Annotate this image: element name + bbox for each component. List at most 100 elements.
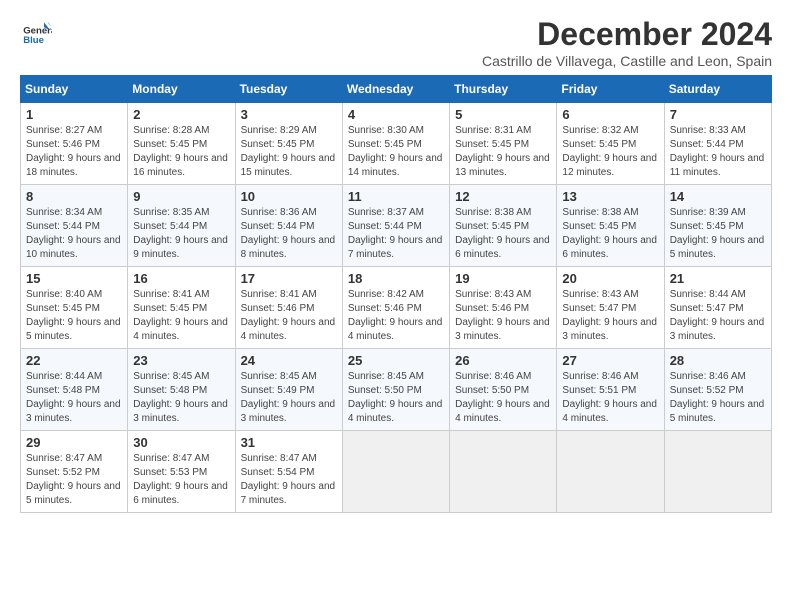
calendar-day-cell: 1 Sunrise: 8:27 AMSunset: 5:46 PMDaylight…: [21, 103, 128, 185]
calendar-day-cell: 30 Sunrise: 8:47 AMSunset: 5:53 PMDayligh…: [128, 431, 235, 513]
svg-text:Blue: Blue: [23, 35, 44, 46]
calendar-day-cell: 8Sunrise: 8:34 AMSunset: 5:44 PMDaylight…: [21, 185, 128, 267]
calendar-day-cell: 18 Sunrise: 8:42 AMSunset: 5:46 PMDayligh…: [342, 267, 449, 349]
calendar-day-cell: 4Sunrise: 8:30 AMSunset: 5:45 PMDaylight…: [342, 103, 449, 185]
day-info: Sunrise: 8:45 AMSunset: 5:49 PMDaylight:…: [241, 370, 337, 426]
day-info: Sunrise: 8:31 AMSunset: 5:45 PMDaylight:…: [455, 124, 551, 180]
day-info: Sunrise: 8:27 AMSunset: 5:46 PMDaylight:…: [26, 124, 122, 180]
calendar-day-cell: 31Sunrise: 8:47 AMSunset: 5:54 PMDayligh…: [235, 431, 342, 513]
day-info: Sunrise: 8:45 AMSunset: 5:48 PMDaylight:…: [133, 370, 229, 426]
day-number: 18: [348, 271, 444, 286]
day-number: 28: [670, 353, 766, 368]
calendar-day-cell: 17 Sunrise: 8:41 AMSunset: 5:46 PMDayligh…: [235, 267, 342, 349]
day-info: Sunrise: 8:36 AMSunset: 5:44 PMDaylight:…: [241, 206, 337, 262]
month-title: December 2024: [482, 16, 772, 53]
day-info: Sunrise: 8:37 AMSunset: 5:44 PMDaylight:…: [348, 206, 444, 262]
day-info: Sunrise: 8:47 AMSunset: 5:52 PMDaylight:…: [26, 452, 122, 508]
day-info: Sunrise: 8:38 AMSunset: 5:45 PMDaylight:…: [562, 206, 658, 262]
day-info: Sunrise: 8:29 AMSunset: 5:45 PMDaylight:…: [241, 124, 337, 180]
calendar-day-cell: 20Sunrise: 8:43 AMSunset: 5:47 PMDayligh…: [557, 267, 664, 349]
day-number: 5: [455, 107, 551, 122]
day-number: 10: [241, 189, 337, 204]
day-number: 7: [670, 107, 766, 122]
day-number: 8: [26, 189, 122, 204]
day-number: 16: [133, 271, 229, 286]
day-info: Sunrise: 8:47 AMSunset: 5:54 PMDaylight:…: [241, 452, 337, 508]
calendar-day-cell: 10 Sunrise: 8:36 AMSunset: 5:44 PMDayligh…: [235, 185, 342, 267]
calendar-day-cell: 27 Sunrise: 8:46 AMSunset: 5:51 PMDayligh…: [557, 349, 664, 431]
day-info: Sunrise: 8:32 AMSunset: 5:45 PMDaylight:…: [562, 124, 658, 180]
location-title: Castrillo de Villavega, Castille and Leo…: [482, 53, 772, 69]
calendar-day-cell: 26Sunrise: 8:46 AMSunset: 5:50 PMDayligh…: [450, 349, 557, 431]
title-block: December 2024 Castrillo de Villavega, Ca…: [482, 16, 772, 69]
calendar-day-cell: [450, 431, 557, 513]
calendar-day-cell: 13Sunrise: 8:38 AMSunset: 5:45 PMDayligh…: [557, 185, 664, 267]
day-info: Sunrise: 8:35 AMSunset: 5:44 PMDaylight:…: [133, 206, 229, 262]
day-number: 19: [455, 271, 551, 286]
day-info: Sunrise: 8:41 AMSunset: 5:46 PMDaylight:…: [241, 288, 337, 344]
calendar-day-cell: 5 Sunrise: 8:31 AMSunset: 5:45 PMDaylight…: [450, 103, 557, 185]
day-number: 12: [455, 189, 551, 204]
calendar-day-cell: 16 Sunrise: 8:41 AMSunset: 5:45 PMDayligh…: [128, 267, 235, 349]
day-info: Sunrise: 8:46 AMSunset: 5:52 PMDaylight:…: [670, 370, 766, 426]
day-info: Sunrise: 8:43 AMSunset: 5:46 PMDaylight:…: [455, 288, 551, 344]
calendar-day-cell: 22Sunrise: 8:44 AMSunset: 5:48 PMDayligh…: [21, 349, 128, 431]
calendar-day-cell: 23Sunrise: 8:45 AMSunset: 5:48 PMDayligh…: [128, 349, 235, 431]
day-number: 27: [562, 353, 658, 368]
weekday-header: Thursday: [450, 76, 557, 103]
calendar-day-cell: 12 Sunrise: 8:38 AMSunset: 5:45 PMDayligh…: [450, 185, 557, 267]
day-number: 24: [241, 353, 337, 368]
day-number: 9: [133, 189, 229, 204]
day-info: Sunrise: 8:47 AMSunset: 5:53 PMDaylight:…: [133, 452, 229, 508]
day-number: 25: [348, 353, 444, 368]
weekday-header: Friday: [557, 76, 664, 103]
calendar-week-row: 1 Sunrise: 8:27 AMSunset: 5:46 PMDaylight…: [21, 103, 772, 185]
calendar-day-cell: [557, 431, 664, 513]
weekday-header: Wednesday: [342, 76, 449, 103]
day-info: Sunrise: 8:43 AMSunset: 5:47 PMDaylight:…: [562, 288, 658, 344]
day-number: 21: [670, 271, 766, 286]
day-info: Sunrise: 8:41 AMSunset: 5:45 PMDaylight:…: [133, 288, 229, 344]
day-number: 30: [133, 435, 229, 450]
day-info: Sunrise: 8:38 AMSunset: 5:45 PMDaylight:…: [455, 206, 551, 262]
calendar-day-cell: 11 Sunrise: 8:37 AMSunset: 5:44 PMDayligh…: [342, 185, 449, 267]
day-number: 15: [26, 271, 122, 286]
logo-icon: General Blue: [20, 16, 52, 48]
day-info: Sunrise: 8:46 AMSunset: 5:51 PMDaylight:…: [562, 370, 658, 426]
day-number: 3: [241, 107, 337, 122]
calendar-day-cell: 6Sunrise: 8:32 AMSunset: 5:45 PMDaylight…: [557, 103, 664, 185]
day-number: 2: [133, 107, 229, 122]
calendar-week-row: 29Sunrise: 8:47 AMSunset: 5:52 PMDayligh…: [21, 431, 772, 513]
calendar-day-cell: 25Sunrise: 8:45 AMSunset: 5:50 PMDayligh…: [342, 349, 449, 431]
calendar-day-cell: 21Sunrise: 8:44 AMSunset: 5:47 PMDayligh…: [664, 267, 771, 349]
day-info: Sunrise: 8:39 AMSunset: 5:45 PMDaylight:…: [670, 206, 766, 262]
weekday-header: Tuesday: [235, 76, 342, 103]
day-number: 1: [26, 107, 122, 122]
day-info: Sunrise: 8:33 AMSunset: 5:44 PMDaylight:…: [670, 124, 766, 180]
calendar-day-cell: 15 Sunrise: 8:40 AMSunset: 5:45 PMDayligh…: [21, 267, 128, 349]
calendar-day-cell: 9 Sunrise: 8:35 AMSunset: 5:44 PMDaylight…: [128, 185, 235, 267]
weekday-header: Monday: [128, 76, 235, 103]
day-number: 11: [348, 189, 444, 204]
day-info: Sunrise: 8:40 AMSunset: 5:45 PMDaylight:…: [26, 288, 122, 344]
calendar-day-cell: [664, 431, 771, 513]
calendar-day-cell: 14Sunrise: 8:39 AMSunset: 5:45 PMDayligh…: [664, 185, 771, 267]
calendar-day-cell: 3 Sunrise: 8:29 AMSunset: 5:45 PMDaylight…: [235, 103, 342, 185]
calendar-day-cell: 29Sunrise: 8:47 AMSunset: 5:52 PMDayligh…: [21, 431, 128, 513]
day-info: Sunrise: 8:42 AMSunset: 5:46 PMDaylight:…: [348, 288, 444, 344]
calendar-week-row: 8Sunrise: 8:34 AMSunset: 5:44 PMDaylight…: [21, 185, 772, 267]
calendar-day-cell: [342, 431, 449, 513]
calendar-day-cell: 2 Sunrise: 8:28 AMSunset: 5:45 PMDaylight…: [128, 103, 235, 185]
weekday-header: Sunday: [21, 76, 128, 103]
calendar-table: SundayMondayTuesdayWednesdayThursdayFrid…: [20, 75, 772, 513]
day-number: 22: [26, 353, 122, 368]
calendar-day-cell: 28 Sunrise: 8:46 AMSunset: 5:52 PMDayligh…: [664, 349, 771, 431]
day-number: 17: [241, 271, 337, 286]
day-info: Sunrise: 8:28 AMSunset: 5:45 PMDaylight:…: [133, 124, 229, 180]
calendar-day-cell: 19 Sunrise: 8:43 AMSunset: 5:46 PMDayligh…: [450, 267, 557, 349]
calendar-week-row: 15 Sunrise: 8:40 AMSunset: 5:45 PMDayligh…: [21, 267, 772, 349]
weekday-header: Saturday: [664, 76, 771, 103]
day-number: 26: [455, 353, 551, 368]
day-info: Sunrise: 8:30 AMSunset: 5:45 PMDaylight:…: [348, 124, 444, 180]
logo: General Blue: [20, 16, 52, 48]
